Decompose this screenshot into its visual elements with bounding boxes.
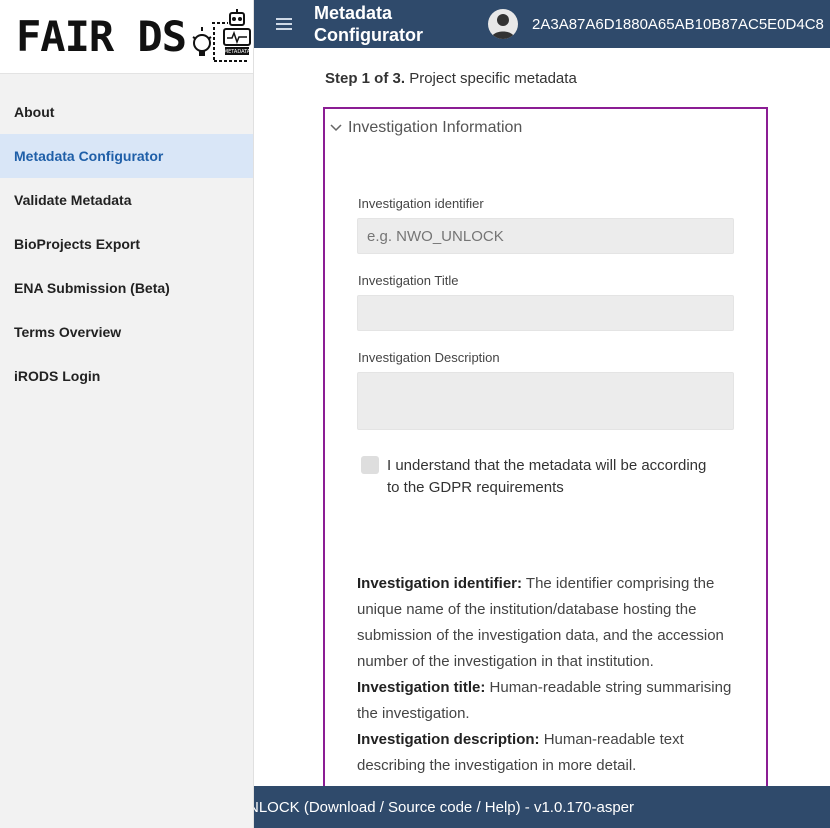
avatar[interactable] [488,9,518,39]
chevron-down-icon [327,124,345,132]
logo-text: FAIR DS [16,11,187,61]
panel-header[interactable]: Investigation Information [325,109,766,147]
step-prefix: Step 1 of 3. [325,70,406,87]
help-item: Investigation title: Human-readable stri… [357,675,739,727]
investigation-identifier-input[interactable] [357,218,734,254]
help-text: Investigation identifier: The identifier… [357,571,739,779]
sidebar-item-bioprojects-export[interactable]: BioProjects Export [0,222,253,266]
sidebar-item-validate-metadata[interactable]: Validate Metadata [0,178,253,222]
sidebar-item-ena-submission[interactable]: ENA Submission (Beta) [0,266,253,310]
step-indicator: Step 1 of 3. Project specific metadata [325,70,577,87]
panel-title: Investigation Information [348,119,523,136]
sidebar-item-metadata-configurator[interactable]: Metadata Configurator [0,134,253,178]
sidebar-item-irods-login[interactable]: iRODS Login [0,354,253,398]
hamburger-menu-icon[interactable] [254,17,314,31]
logo[interactable]: FAIR DS METADATA [0,0,253,74]
investigation-description-textarea[interactable] [357,372,734,430]
help-item: Investigation identifier: The identifier… [357,571,739,675]
logo-badge: METADATA [224,49,251,55]
robot-logo-icon: METADATA [192,8,252,62]
footer-text[interactable]: NLOCK (Download / Source code / Help) - … [254,799,634,816]
investigation-title-input[interactable] [357,295,734,331]
gdpr-checkbox[interactable] [361,456,379,474]
help-item: Investigation description: Human-readabl… [357,727,739,779]
user-id: 2A3A87A6D1880A65AB10B87AC5E0D4C8 [532,15,824,33]
investigation-title-label: Investigation Title [358,273,459,288]
sidebar-item-terms-overview[interactable]: Terms Overview [0,310,253,354]
investigation-identifier-label: Investigation identifier [358,196,484,211]
investigation-panel: Investigation Information Investigation … [323,107,768,786]
gdpr-label: I understand that the metadata will be a… [387,457,707,496]
page-title: Metadata Configurator [314,3,423,45]
sidebar-nav: About Metadata Configurator Validate Met… [0,90,253,398]
help-term: Investigation identifier: [357,575,523,592]
sidebar-item-about[interactable]: About [0,90,253,134]
user-avatar-icon [491,14,515,39]
app-header: Metadata Configurator 2A3A87A6D1880A65AB… [254,0,830,48]
footer-bar: NLOCK (Download / Source code / Help) - … [254,786,830,828]
main-content: Step 1 of 3. Project specific metadata I… [254,48,830,786]
step-text: Project specific metadata [409,70,577,87]
sidebar: FAIR DS METADATA About Metadata Configur… [0,0,254,828]
help-term: Investigation description: [357,731,540,748]
help-term: Investigation title: [357,679,486,696]
investigation-description-label: Investigation Description [358,350,500,365]
